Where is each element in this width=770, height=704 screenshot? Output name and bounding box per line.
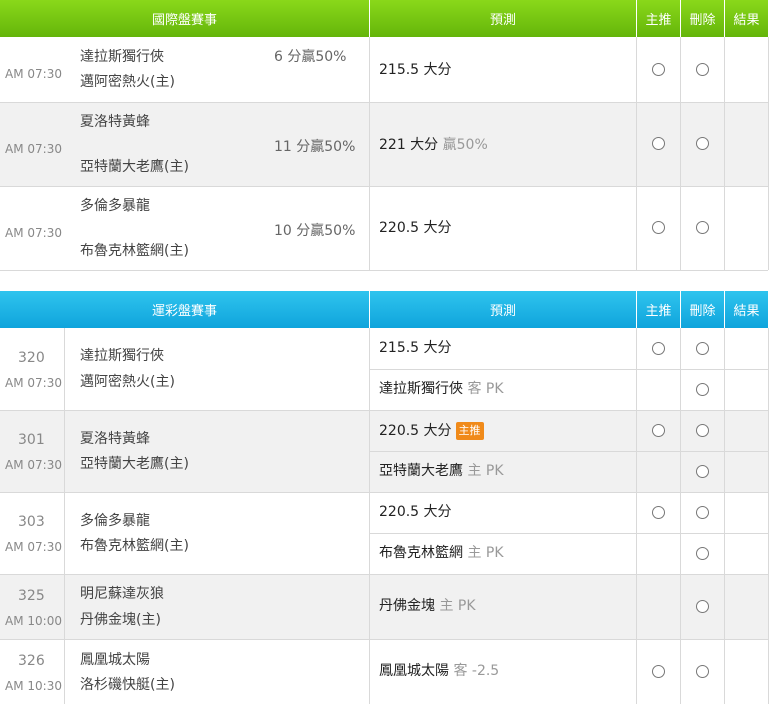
match-time: AM 07:30 [5, 376, 62, 390]
prediction-text: 丹佛金塊 主 PK [379, 598, 476, 614]
main-pick-radio[interactable] [652, 63, 665, 76]
delete-radio[interactable] [696, 665, 709, 678]
match-time: AM 07:30 [5, 226, 62, 240]
home-team: 布魯克林籃網(主) [80, 243, 189, 259]
game-number: 303 [18, 514, 45, 530]
prediction-text: 達拉斯獨行俠 客 PK [379, 381, 504, 397]
header-main-pick: 主推 [637, 291, 680, 328]
header-result: 結果 [725, 0, 768, 37]
delete-radio[interactable] [696, 465, 709, 478]
away-team: 多倫多暴龍 [80, 198, 150, 214]
main-pick-radio[interactable] [652, 424, 665, 437]
handicap-text: 10 分贏50% [274, 223, 356, 239]
home-team: 丹佛金塊(主) [80, 612, 161, 628]
home-team: 邁阿密熱火(主) [80, 74, 175, 90]
match-time: AM 10:30 [5, 679, 62, 693]
prediction-text: 亞特蘭大老鷹 主 PK [379, 463, 504, 479]
match-time: AM 10:00 [5, 614, 62, 628]
match-time: AM 07:30 [5, 540, 62, 554]
header-result: 結果 [725, 291, 768, 328]
home-team: 亞特蘭大老鷹(主) [80, 159, 189, 175]
main-pick-radio[interactable] [652, 506, 665, 519]
main-pick-badge: 主推 [455, 422, 484, 440]
away-team: 鳳凰城太陽 [80, 652, 150, 668]
game-number: 320 [18, 350, 45, 366]
away-team: 明尼蘇達灰狼 [80, 586, 164, 602]
prediction-text: 221 大分 贏50% [379, 137, 488, 153]
home-team: 亞特蘭大老鷹(主) [80, 456, 189, 472]
prediction-text: 220.5 大分 主推 [379, 422, 484, 440]
delete-radio[interactable] [696, 383, 709, 396]
delete-radio[interactable] [696, 600, 709, 613]
delete-radio[interactable] [696, 342, 709, 355]
away-team: 夏洛特黃蜂 [80, 431, 150, 447]
home-team: 布魯克林籃網(主) [80, 538, 189, 554]
game-number: 325 [18, 588, 45, 604]
header-delete: 刪除 [681, 291, 724, 328]
home-team: 洛杉磯快艇(主) [80, 677, 175, 693]
match-time: AM 07:30 [5, 458, 62, 472]
main-pick-radio[interactable] [652, 221, 665, 234]
away-team: 夏洛特黃蜂 [80, 114, 150, 130]
away-team: 達拉斯獨行俠 [80, 348, 164, 364]
away-team: 多倫多暴龍 [80, 513, 150, 529]
prediction-text: 220.5 大分 [379, 504, 452, 520]
prediction-text: 215.5 大分 [379, 62, 452, 78]
main-pick-radio[interactable] [652, 665, 665, 678]
game-number: 326 [18, 653, 45, 669]
delete-radio[interactable] [696, 424, 709, 437]
match-time: AM 07:30 [5, 67, 62, 81]
main-pick-radio[interactable] [652, 342, 665, 355]
header-prediction: 預測 [370, 291, 636, 328]
header-match: 國際盤賽事 [0, 0, 369, 37]
prediction-text: 布魯克林籃網 主 PK [379, 545, 504, 561]
header-match: 運彩盤賽事 [0, 291, 369, 328]
handicap-text: 6 分贏50% [274, 49, 347, 65]
prediction-text: 鳳凰城太陽 客 -2.5 [379, 663, 500, 679]
delete-radio[interactable] [696, 547, 709, 560]
prediction-text: 220.5 大分 [379, 220, 452, 236]
delete-radio[interactable] [696, 137, 709, 150]
home-team: 邁阿密熱火(主) [80, 374, 175, 390]
header-prediction: 預測 [370, 0, 636, 37]
delete-radio[interactable] [696, 63, 709, 76]
header-delete: 刪除 [681, 0, 724, 37]
main-pick-radio[interactable] [652, 137, 665, 150]
away-team: 達拉斯獨行俠 [80, 49, 164, 65]
header-main-pick: 主推 [637, 0, 680, 37]
delete-radio[interactable] [696, 506, 709, 519]
delete-radio[interactable] [696, 221, 709, 234]
prediction-text: 215.5 大分 [379, 340, 452, 356]
match-time: AM 07:30 [5, 142, 62, 156]
handicap-text: 11 分贏50% [274, 139, 356, 155]
game-number: 301 [18, 432, 45, 448]
